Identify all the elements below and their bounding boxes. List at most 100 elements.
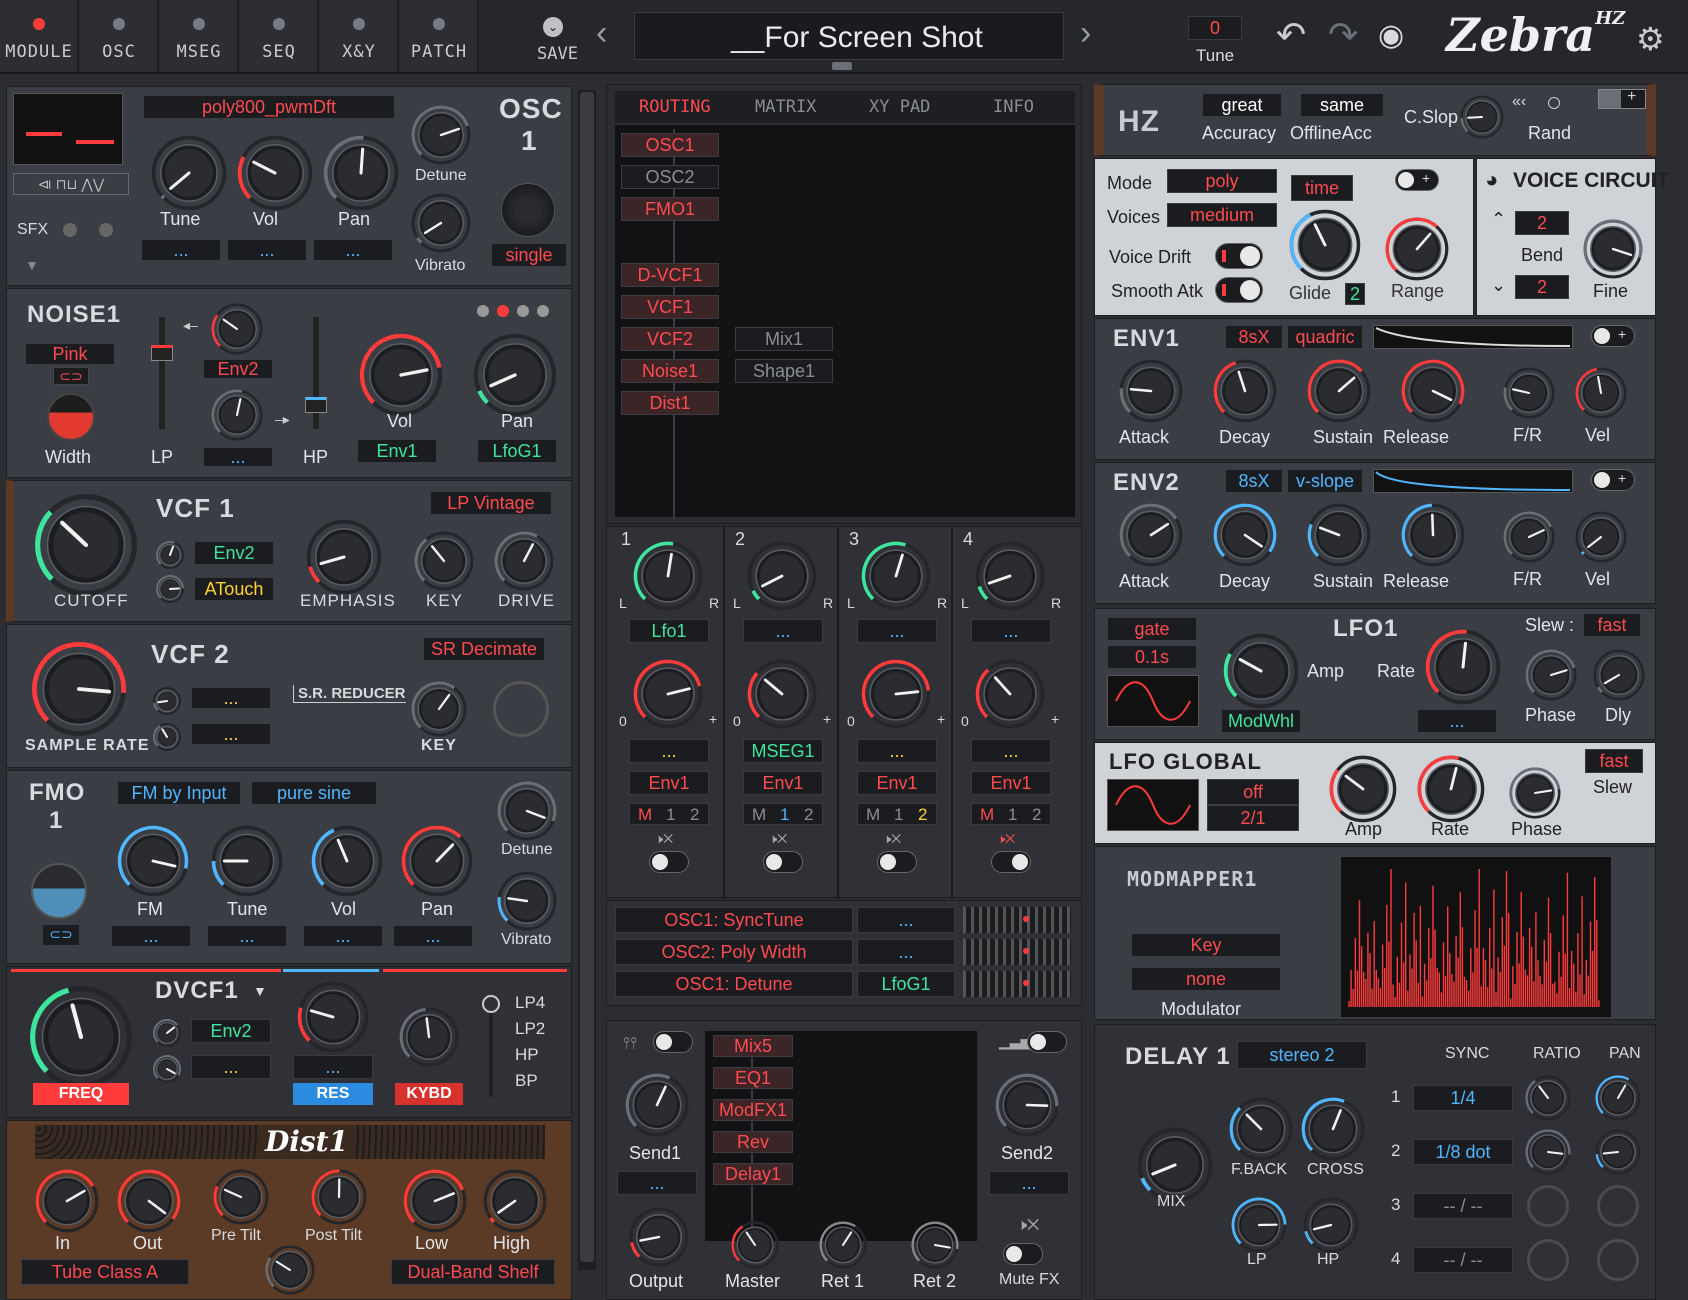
fm-detune-knob[interactable]: [497, 781, 557, 841]
vcf2-key-knob[interactable]: [411, 681, 467, 737]
channel-pan-mod-slot[interactable]: ...: [971, 619, 1051, 643]
fx-slot-delay1[interactable]: Delay1: [713, 1163, 793, 1185]
tune-display[interactable]: 0: [1188, 16, 1242, 40]
lfog-wave-display[interactable]: [1107, 779, 1199, 831]
lfo1-dly-knob[interactable]: [1593, 649, 1645, 701]
delay-mix-knob[interactable]: [1137, 1127, 1213, 1203]
delay-sync-select[interactable]: 1/8 dot: [1413, 1139, 1513, 1165]
dist-out-knob[interactable]: [117, 1169, 181, 1233]
channel-env-slot[interactable]: Env1: [743, 771, 823, 795]
page-dots[interactable]: [477, 305, 557, 319]
noise-vol-knob[interactable]: [359, 333, 443, 417]
channel-lane-select[interactable]: M 1 2: [857, 803, 937, 825]
noise-mod-slot-1[interactable]: Env2: [203, 359, 273, 379]
delay-pan-knob[interactable]: [1595, 1075, 1641, 1121]
hp-slider[interactable]: [305, 317, 327, 429]
tune-mod-slot[interactable]: ...: [141, 239, 221, 261]
slot-dvcf1[interactable]: D-VCF1: [621, 263, 719, 287]
vcf1-type-select[interactable]: LP Vintage: [430, 491, 552, 515]
vol-mod-slot[interactable]: ...: [227, 239, 307, 261]
mode-lp2[interactable]: LP2: [515, 1019, 545, 1039]
channel-vol-knob[interactable]: [861, 659, 931, 729]
freq-button[interactable]: FREQ: [33, 1083, 129, 1105]
freq-knob[interactable]: [29, 985, 133, 1089]
fm-mod-slot[interactable]: ...: [111, 925, 191, 947]
delay-sync-select[interactable]: -- / --: [1413, 1193, 1513, 1219]
chevron-right-icon[interactable]: ›: [1080, 14, 1091, 53]
channel-mute-toggle[interactable]: [877, 851, 917, 873]
channel-pan-mod-slot[interactable]: ...: [743, 619, 823, 643]
channel-pan-knob[interactable]: [861, 541, 931, 611]
vcf2-type-select[interactable]: SR Decimate: [423, 637, 545, 661]
slot-fmo1[interactable]: FMO1: [621, 197, 719, 221]
offline-accuracy-select[interactable]: same: [1300, 93, 1384, 117]
dist-in-knob[interactable]: [35, 1169, 99, 1233]
env2-attack-knob[interactable]: [1119, 503, 1183, 567]
chevron-left-icon[interactable]: ‹: [596, 14, 607, 53]
lane-1[interactable]: 1: [780, 805, 789, 825]
lane-m[interactable]: M: [980, 805, 994, 825]
channel-env-slot[interactable]: Env1: [857, 771, 937, 795]
lfo1-amp-mod-slot[interactable]: ModWhl: [1221, 709, 1301, 733]
fmo-link-icon[interactable]: ⊂⊃: [43, 925, 79, 945]
channel-pan-knob[interactable]: [975, 541, 1045, 611]
sfx-toggle-1[interactable]: [63, 223, 77, 237]
fx-slot-eq1[interactable]: EQ1: [713, 1067, 793, 1089]
channel-lane-select[interactable]: M 1 2: [971, 803, 1051, 825]
dist-shelf-select[interactable]: Dual-Band Shelf: [391, 1259, 555, 1285]
vcf1-mod-knob-2[interactable]: [155, 574, 185, 604]
fm-wave-select[interactable]: pure sine: [251, 781, 377, 805]
delay-lp-knob[interactable]: [1231, 1197, 1287, 1253]
send2-toggle[interactable]: [1027, 1031, 1067, 1053]
ret1-knob[interactable]: [819, 1221, 867, 1269]
emphasis-knob[interactable]: [306, 519, 382, 595]
fm-tune-knob[interactable]: [211, 825, 283, 897]
pan-knob[interactable]: [323, 135, 399, 211]
env1-toggle[interactable]: +: [1591, 325, 1635, 347]
lane-1[interactable]: 1: [1008, 805, 1017, 825]
modmapper-display[interactable]: [1341, 857, 1611, 1017]
accuracy-select[interactable]: great: [1202, 93, 1282, 117]
cutoff-knob[interactable]: [34, 493, 138, 597]
env1-res-select[interactable]: 8sX: [1225, 325, 1283, 349]
channel-env-slot[interactable]: Env1: [629, 771, 709, 795]
lfog-rate-value[interactable]: 2/1: [1207, 805, 1299, 831]
channel-vol-mod-slot[interactable]: ...: [629, 739, 709, 763]
fm-vol-mod-slot[interactable]: ...: [303, 925, 383, 947]
slot-mix1[interactable]: Mix1: [735, 327, 833, 351]
save-button[interactable]: ⌄ SAVE: [515, 14, 595, 70]
feedback-knob[interactable]: [1229, 1097, 1293, 1161]
link-icon[interactable]: ⊂⊃: [53, 367, 89, 385]
send1-knob[interactable]: [625, 1073, 689, 1137]
lfog-rate-knob[interactable]: [1417, 755, 1485, 823]
xy-target-slot[interactable]: OSC1: SyncTune: [615, 907, 853, 933]
slot-shape1[interactable]: Shape1: [735, 359, 833, 383]
collapse-arrow-icon[interactable]: ▼: [25, 257, 39, 273]
vcf1-mod-slot-1[interactable]: Env2: [194, 541, 274, 565]
delay-hp-knob[interactable]: [1303, 1197, 1359, 1253]
env2-fr-knob[interactable]: [1503, 511, 1555, 563]
tab-osc[interactable]: OSC: [80, 0, 158, 72]
fmo-scope[interactable]: [31, 863, 87, 919]
xy-amount-meter[interactable]: [963, 971, 1071, 997]
fm-vibrato-knob[interactable]: [497, 871, 557, 931]
lane-2[interactable]: 2: [804, 805, 813, 825]
fx-slot-modfx1[interactable]: ModFX1: [713, 1099, 793, 1121]
lane-2[interactable]: 2: [918, 805, 927, 825]
res-knob[interactable]: [297, 981, 369, 1053]
delay-ratio-knob[interactable]: [1525, 1075, 1571, 1121]
vibrato-knob[interactable]: [411, 193, 471, 253]
cross-knob[interactable]: [1301, 1097, 1365, 1161]
xy-source-slot[interactable]: ...: [857, 939, 955, 965]
high-knob[interactable]: [483, 1169, 547, 1233]
xy-amount-meter[interactable]: [963, 907, 1071, 933]
kybd-knob[interactable]: [399, 1007, 459, 1067]
key-knob[interactable]: [414, 531, 474, 591]
dvcf1-mod-slot-2[interactable]: ...: [191, 1055, 271, 1079]
redo-icon[interactable]: ↷: [1328, 14, 1358, 56]
modmapper-source-select[interactable]: Key: [1131, 933, 1281, 957]
mode-bp[interactable]: BP: [515, 1071, 538, 1091]
sfx-toggle-2[interactable]: [99, 223, 113, 237]
res-mod-slot[interactable]: ...: [293, 1055, 373, 1079]
env1-decay-knob[interactable]: [1213, 359, 1277, 423]
